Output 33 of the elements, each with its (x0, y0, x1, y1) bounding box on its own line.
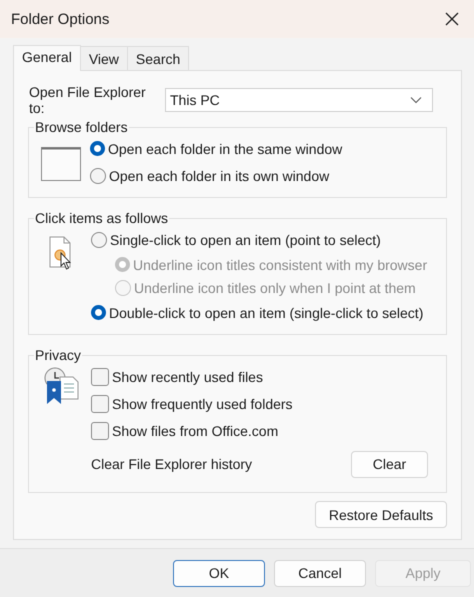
dialog-button[interactable]: OK (173, 560, 265, 586)
option-label: Show files from Office.com (111, 422, 278, 438)
option-label: Double-click to open an item (single-click to select) (108, 304, 424, 320)
tab[interactable]: General (13, 45, 81, 71)
clear-button[interactable]: Clear (351, 450, 428, 478)
option-label: Underline icon titles only when I point at them (133, 280, 416, 296)
group-title: Privacy (34, 347, 82, 363)
dropdown[interactable]: This PC (165, 88, 433, 112)
clear-history-label: Clear File Explorer history (91, 456, 252, 472)
recent-files-drawing (43, 367, 79, 405)
radio-button[interactable] (90, 141, 105, 156)
option-label: Show frequently used folders (111, 396, 293, 412)
window-icon (41, 147, 81, 181)
option-label: Open each folder in the same window (107, 140, 342, 156)
checkbox[interactable] (91, 368, 109, 386)
group-title: Browse folders (34, 119, 129, 135)
restore-defaults-button[interactable]: Restore Defaults (315, 501, 447, 528)
group-title: Click items as follows (34, 210, 170, 226)
radio-button[interactable] (91, 232, 107, 248)
checkbox[interactable] (91, 422, 109, 440)
close-icon[interactable] (444, 11, 460, 27)
radio-button[interactable] (91, 305, 106, 320)
option-label: Single-click to open an item (point to select) (109, 232, 381, 248)
option-label: Show recently used files (111, 368, 263, 384)
dialog-button[interactable]: Cancel (274, 560, 366, 586)
option-label: Open each folder in its own window (108, 168, 330, 184)
tab[interactable]: Search (126, 46, 190, 70)
checkbox[interactable] (91, 394, 109, 412)
field-label: Open File Explorer to: (28, 84, 147, 116)
window-title: Folder Options (11, 10, 110, 28)
chevron-down-icon (410, 96, 422, 104)
option-label: Underline icon titles consistent with my browser (132, 256, 428, 272)
radio-button[interactable] (90, 168, 106, 184)
